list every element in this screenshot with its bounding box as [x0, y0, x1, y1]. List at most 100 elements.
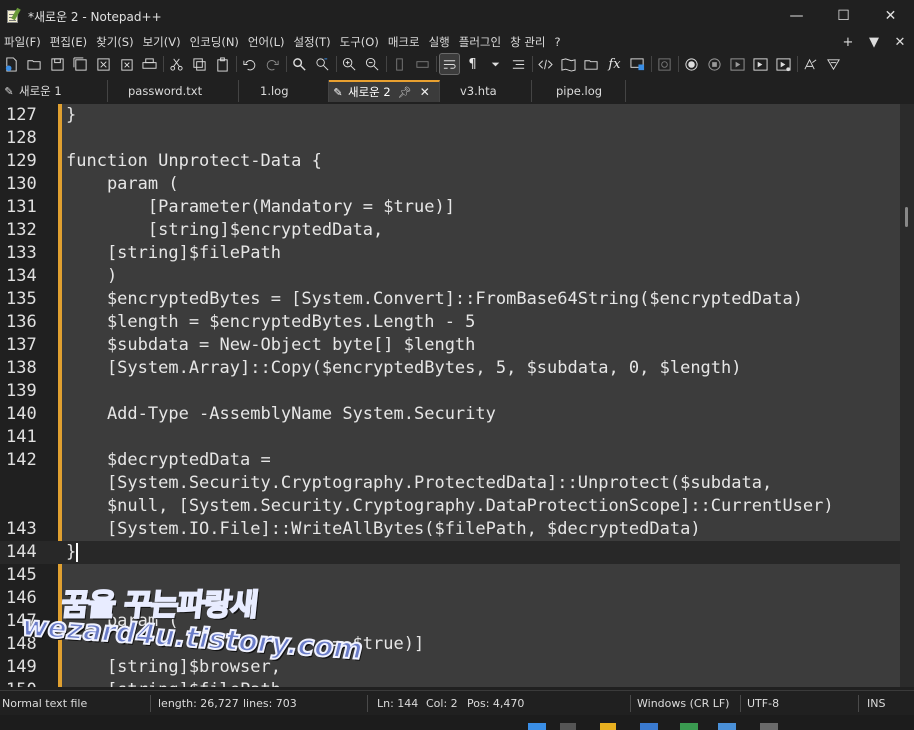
cut-icon[interactable]	[167, 54, 186, 74]
word-wrap-icon[interactable]	[439, 53, 460, 75]
function-list-icon[interactable]: fx	[605, 54, 624, 74]
close-window-button[interactable]: ✕	[867, 0, 914, 32]
new-file-icon[interactable]	[2, 54, 21, 74]
maximize-button[interactable]: ☐	[820, 0, 867, 32]
pin-icon[interactable]: 📌︎	[398, 86, 412, 99]
undo-icon[interactable]	[240, 54, 259, 74]
menu-search[interactable]: 찾기(S)	[92, 34, 138, 50]
redo-icon[interactable]	[263, 54, 282, 74]
tab-list-button[interactable]: ▼	[864, 35, 884, 50]
code-line[interactable]: 143 [System.IO.File]::WriteAllBytes($fil…	[0, 518, 900, 541]
code-line[interactable]: 136 $length = $encryptedBytes.Length - 5	[0, 311, 900, 334]
menu-plugins[interactable]: 플러그인	[455, 34, 506, 50]
code-line[interactable]: 142 $decryptedData =	[0, 449, 900, 472]
spell-check-icon[interactable]	[801, 54, 820, 74]
copy-icon[interactable]	[190, 54, 209, 74]
file-explorer-icon[interactable]	[600, 723, 616, 730]
print-icon[interactable]	[140, 54, 159, 74]
menu-window[interactable]: 창 관리	[506, 34, 550, 50]
code-line[interactable]: 149 [string]$browser,	[0, 656, 900, 679]
code-line[interactable]: 140 Add-Type -AssemblyName System.Securi…	[0, 403, 900, 426]
code-line[interactable]: $null, [System.Security.Cryptography.Dat…	[0, 495, 900, 518]
code-line[interactable]: [System.Security.Cryptography.ProtectedD…	[0, 472, 900, 495]
paste-icon[interactable]	[213, 54, 232, 74]
taskbar-app-icon[interactable]	[760, 723, 778, 730]
status-eol[interactable]: Windows (CR LF)	[637, 691, 729, 716]
menu-help[interactable]: ?	[550, 35, 565, 49]
code-line[interactable]: 131 [Parameter(Mandatory = $true)]	[0, 196, 900, 219]
minimize-button[interactable]: —	[773, 0, 820, 32]
menu-macro[interactable]: 매크로	[384, 34, 425, 50]
close-all-icon[interactable]	[117, 54, 136, 74]
monitor-icon[interactable]	[628, 54, 647, 74]
status-lines: lines: 703	[243, 697, 297, 710]
status-separator	[367, 695, 368, 712]
menu-language[interactable]: 언어(L)	[244, 34, 290, 50]
menu-view[interactable]: 보기(V)	[139, 34, 186, 50]
close-tab-button[interactable]: ✕	[890, 35, 910, 50]
map-icon[interactable]	[559, 54, 578, 74]
play-macro-icon[interactable]	[728, 54, 747, 74]
search-taskbar-icon[interactable]	[560, 723, 576, 730]
tab-new-1[interactable]: ✎ 새로운 1	[0, 80, 108, 102]
close-icon[interactable]: ✕	[420, 85, 430, 99]
taskbar-app-icon[interactable]	[718, 723, 736, 730]
plugin-icon[interactable]	[824, 54, 843, 74]
line-number: 139	[6, 381, 37, 401]
windows-start-icon[interactable]	[528, 723, 546, 730]
code-icon[interactable]	[536, 54, 555, 74]
menu-file[interactable]: 파일(F)	[0, 34, 46, 50]
scrollbar-thumb[interactable]	[905, 207, 908, 227]
zoom-in-icon[interactable]	[340, 54, 359, 74]
code-line[interactable]: 150 [string]$filePath	[0, 679, 900, 687]
tab-new-2[interactable]: ✎ 새로운 2 📌︎ ✕	[329, 80, 440, 102]
code-line[interactable]: 132 [string]$encryptedData,	[0, 219, 900, 242]
sync-horizontal-icon[interactable]	[413, 54, 432, 74]
tab-1-log[interactable]: 1.log	[239, 80, 329, 102]
menu-run[interactable]: 실행	[425, 34, 455, 50]
menu-edit[interactable]: 편집(E)	[46, 34, 92, 50]
sync-vertical-icon[interactable]	[390, 54, 409, 74]
zoom-out-icon[interactable]	[363, 54, 382, 74]
show-all-chars-icon[interactable]: ¶	[463, 54, 482, 74]
line-number: 134	[6, 266, 37, 286]
save-macro-icon[interactable]	[774, 54, 793, 74]
menu-encoding[interactable]: 인코딩(N)	[186, 34, 244, 50]
find-icon[interactable]	[290, 54, 309, 74]
save-icon[interactable]	[48, 54, 67, 74]
code-line[interactable]: 141	[0, 426, 900, 449]
open-file-icon[interactable]	[25, 54, 44, 74]
vertical-scrollbar[interactable]	[900, 104, 914, 687]
play-multiple-icon[interactable]	[751, 54, 770, 74]
code-line[interactable]: 128	[0, 127, 900, 150]
close-icon[interactable]	[94, 54, 113, 74]
status-insert-mode[interactable]: INS	[867, 691, 885, 716]
taskbar-app-icon[interactable]	[680, 723, 698, 730]
code-line[interactable]: 129 function Unprotect-Data {	[0, 150, 900, 173]
tab-pipe-log[interactable]: pipe.log	[532, 80, 626, 102]
code-line[interactable]: 130 param (	[0, 173, 900, 196]
tab-v3-hta[interactable]: v3.hta	[440, 80, 532, 102]
save-all-icon[interactable]	[71, 54, 90, 74]
code-line[interactable]: 133 [string]$filePath	[0, 242, 900, 265]
indent-guide-icon[interactable]	[486, 54, 505, 74]
code-line[interactable]: 144}	[0, 541, 900, 564]
menu-tools[interactable]: 도구(O)	[336, 34, 384, 50]
taskbar-app-icon[interactable]	[640, 723, 658, 730]
folder-workspace-icon[interactable]	[582, 54, 601, 74]
doc-switcher-icon[interactable]	[655, 54, 674, 74]
menu-settings[interactable]: 설정(T)	[289, 34, 335, 50]
new-tab-button[interactable]: +	[838, 35, 858, 50]
code-line[interactable]: 137 $subdata = New-Object byte[] $length	[0, 334, 900, 357]
record-macro-icon[interactable]	[682, 54, 701, 74]
code-line[interactable]: 134 )	[0, 265, 900, 288]
code-line[interactable]: 139	[0, 380, 900, 403]
stop-macro-icon[interactable]	[705, 54, 724, 74]
code-line[interactable]: 127}	[0, 104, 900, 127]
code-line[interactable]: 135 $encryptedBytes = [System.Convert]::…	[0, 288, 900, 311]
replace-icon[interactable]	[313, 54, 332, 74]
outline-icon[interactable]	[509, 54, 528, 74]
tab-password-txt[interactable]: password.txt	[108, 80, 239, 102]
code-line[interactable]: 138 [System.Array]::Copy($encryptedBytes…	[0, 357, 900, 380]
status-encoding[interactable]: UTF-8	[747, 691, 779, 716]
